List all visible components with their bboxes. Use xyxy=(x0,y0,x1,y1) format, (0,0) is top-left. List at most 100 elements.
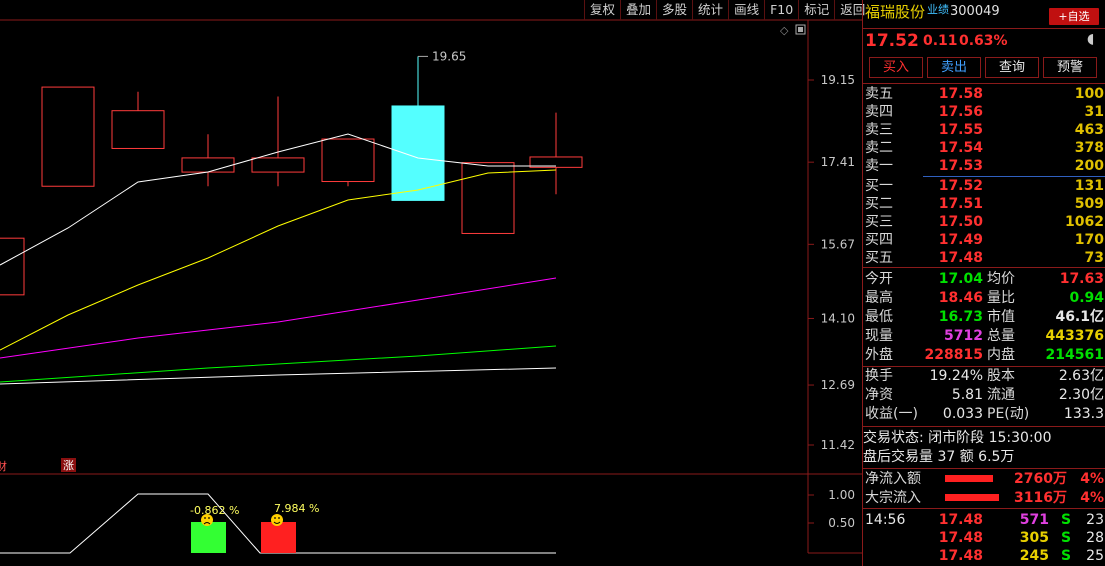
y-tick-label: 11.42 xyxy=(821,438,855,452)
bid-price: 17.52 xyxy=(938,178,983,194)
candle xyxy=(41,86,95,187)
bid-price: 17.51 xyxy=(938,196,983,212)
peak-label: 19.65 xyxy=(432,49,466,63)
diamond-icon[interactable]: ◇ xyxy=(780,24,789,37)
finance-marker[interactable]: 财 xyxy=(0,459,7,473)
y-tick-label: 19.15 xyxy=(821,73,855,87)
stat-value: 17.04 xyxy=(938,271,983,287)
query-button[interactable]: 查询 xyxy=(985,57,1039,78)
stat-label: 今开 xyxy=(865,271,893,287)
stat-row: 现量 5712 总量 443376 xyxy=(863,327,1105,345)
ask-price: 17.58 xyxy=(938,86,983,102)
kline-chart-area[interactable]: 19.65 财涨 19.15 17.41 15.67 14.10 12.69 11.42 … xyxy=(0,0,865,566)
tick-row: 17.48 245 S 25 xyxy=(863,547,1105,565)
y-tick-label: 12.69 xyxy=(821,378,855,392)
stock-header: 福瑞股份 业绩 300049 +自选 xyxy=(863,3,1105,25)
stat-label: 现量 xyxy=(865,328,893,344)
tick-volume: 571 xyxy=(1019,512,1049,528)
price-line: 17.52 0.11 0.63% ◖ xyxy=(863,30,1105,52)
stat-label: 收益(一) xyxy=(865,406,918,422)
ask-row[interactable]: 卖二 17.54 378 xyxy=(863,139,1105,157)
current-price: 17.52 xyxy=(865,31,919,51)
quote-panel: 福瑞股份 业绩 300049 +自选 17.52 0.11 0.63% ◖ 买入… xyxy=(862,0,1105,566)
tick-side: S xyxy=(1061,512,1072,528)
bid-price: 17.48 xyxy=(938,250,983,266)
toolbar-button-2[interactable]: 多股 xyxy=(656,0,692,20)
ask-volume: 200 xyxy=(1074,158,1104,174)
stat-value: 5712 xyxy=(944,328,983,344)
moving-average-3 xyxy=(0,345,557,383)
ask-row[interactable]: 卖四 17.56 31 xyxy=(863,103,1105,121)
ask-label: 卖四 xyxy=(865,104,893,120)
stat-label: 量比 xyxy=(987,290,1015,306)
tick-price: 17.48 xyxy=(938,512,983,528)
chart-toolbar: 复权 叠加 多股 统计 画线 F10 标记 返回 xyxy=(584,0,870,20)
stat-value: 2.63亿 xyxy=(1058,368,1104,384)
toolbar-button-6[interactable]: 标记 xyxy=(798,0,834,20)
ask-price: 17.54 xyxy=(938,140,983,156)
candle xyxy=(111,110,165,149)
alert-button[interactable]: 预警 xyxy=(1043,57,1097,78)
candle xyxy=(391,105,445,201)
stat-row: 今开 17.04 均价 17.63 xyxy=(863,270,1105,288)
stat-row: 换手 19.24% 股本 2.63亿 xyxy=(863,367,1105,385)
sub-axis-label: 0.50 xyxy=(828,516,855,530)
bid-row[interactable]: 买五 17.48 73 xyxy=(863,249,1105,267)
candle xyxy=(181,157,235,173)
stat-row: 外盘 228815 内盘 214561 xyxy=(863,346,1105,364)
rise-marker[interactable]: 涨 xyxy=(63,459,74,472)
stat-value: 2.30亿 xyxy=(1058,387,1104,403)
buy-button[interactable]: 买入 xyxy=(869,57,923,78)
bid-row[interactable]: 买二 17.51 509 xyxy=(863,195,1105,213)
bid-label: 买五 xyxy=(865,250,893,266)
after-hours-volume: 盘后交易量 37 额 6.5万 xyxy=(863,449,1015,465)
tick-price: 17.48 xyxy=(938,530,983,546)
bid-label: 买三 xyxy=(865,214,893,230)
price-change-pct: 0.63% xyxy=(959,33,1008,49)
toolbar-button-0[interactable]: 复权 xyxy=(584,0,620,20)
stat-value: 133.3 xyxy=(1063,406,1104,422)
sell-button[interactable]: 卖出 xyxy=(927,57,981,78)
toolbar-button-3[interactable]: 统计 xyxy=(692,0,728,20)
stat-value: 18.46 xyxy=(938,290,983,306)
y-tick-label: 17.41 xyxy=(821,155,855,169)
stat-row: 最低 16.73 市值 46.1亿 xyxy=(863,308,1105,326)
toolbar-button-5[interactable]: F10 xyxy=(764,0,798,20)
bid-volume: 73 xyxy=(1084,250,1104,266)
ask-row[interactable]: 卖五 17.58 100 xyxy=(863,85,1105,103)
flow-bar xyxy=(945,475,993,482)
ask-row[interactable]: 卖一 17.53 200 xyxy=(863,157,1105,175)
kline-chart[interactable]: 19.65 财涨 19.1517.4115.6714.1012.6911.42 … xyxy=(0,0,862,566)
tick-volume: 245 xyxy=(1019,548,1049,564)
tick-count: 23 xyxy=(1086,512,1104,528)
stat-row: 收益(一) 0.033 PE(动) 133.3 xyxy=(863,405,1105,423)
stat-label: 换手 xyxy=(865,368,893,384)
bid-row[interactable]: 买四 17.49 170 xyxy=(863,231,1105,249)
bid-volume: 170 xyxy=(1074,232,1104,248)
stat-row: 最高 18.46 量比 0.94 xyxy=(863,289,1105,307)
stat-label: 均价 xyxy=(987,271,1015,287)
toolbar-button-1[interactable]: 叠加 xyxy=(620,0,656,20)
sub-label: -0.862 % xyxy=(190,504,239,517)
bid-price: 17.49 xyxy=(938,232,983,248)
ask-row[interactable]: 卖三 17.55 463 xyxy=(863,121,1105,139)
flow-value: 2760万 xyxy=(1014,471,1067,487)
speaker-icon[interactable]: ◖ xyxy=(1087,30,1094,48)
tick-volume: 305 xyxy=(1019,530,1049,546)
ask-label: 卖五 xyxy=(865,86,893,102)
flow-row: 大宗流入 3116万 4% xyxy=(863,489,1105,507)
bid-volume: 131 xyxy=(1074,178,1104,194)
add-watchlist-button[interactable]: +自选 xyxy=(1049,8,1099,25)
stat-label: 股本 xyxy=(987,368,1015,384)
bid-row[interactable]: 买三 17.50 1062 xyxy=(863,213,1105,231)
stat-value: 0.94 xyxy=(1069,290,1104,306)
sub-axis-label: 1.00 xyxy=(828,488,855,502)
sub-label: 7.984 % xyxy=(274,502,319,515)
ask-price: 17.56 xyxy=(938,104,983,120)
tick-row: 17.48 305 S 28 xyxy=(863,529,1105,547)
bid-row[interactable]: 买一 17.52 131 xyxy=(863,177,1105,195)
bid-label: 买二 xyxy=(865,196,893,212)
toolbar-button-4[interactable]: 画线 xyxy=(728,0,764,20)
trade-status: 交易状态: 闭市阶段 15:30:00 xyxy=(863,430,1052,446)
y-tick-label: 15.67 xyxy=(821,237,855,251)
